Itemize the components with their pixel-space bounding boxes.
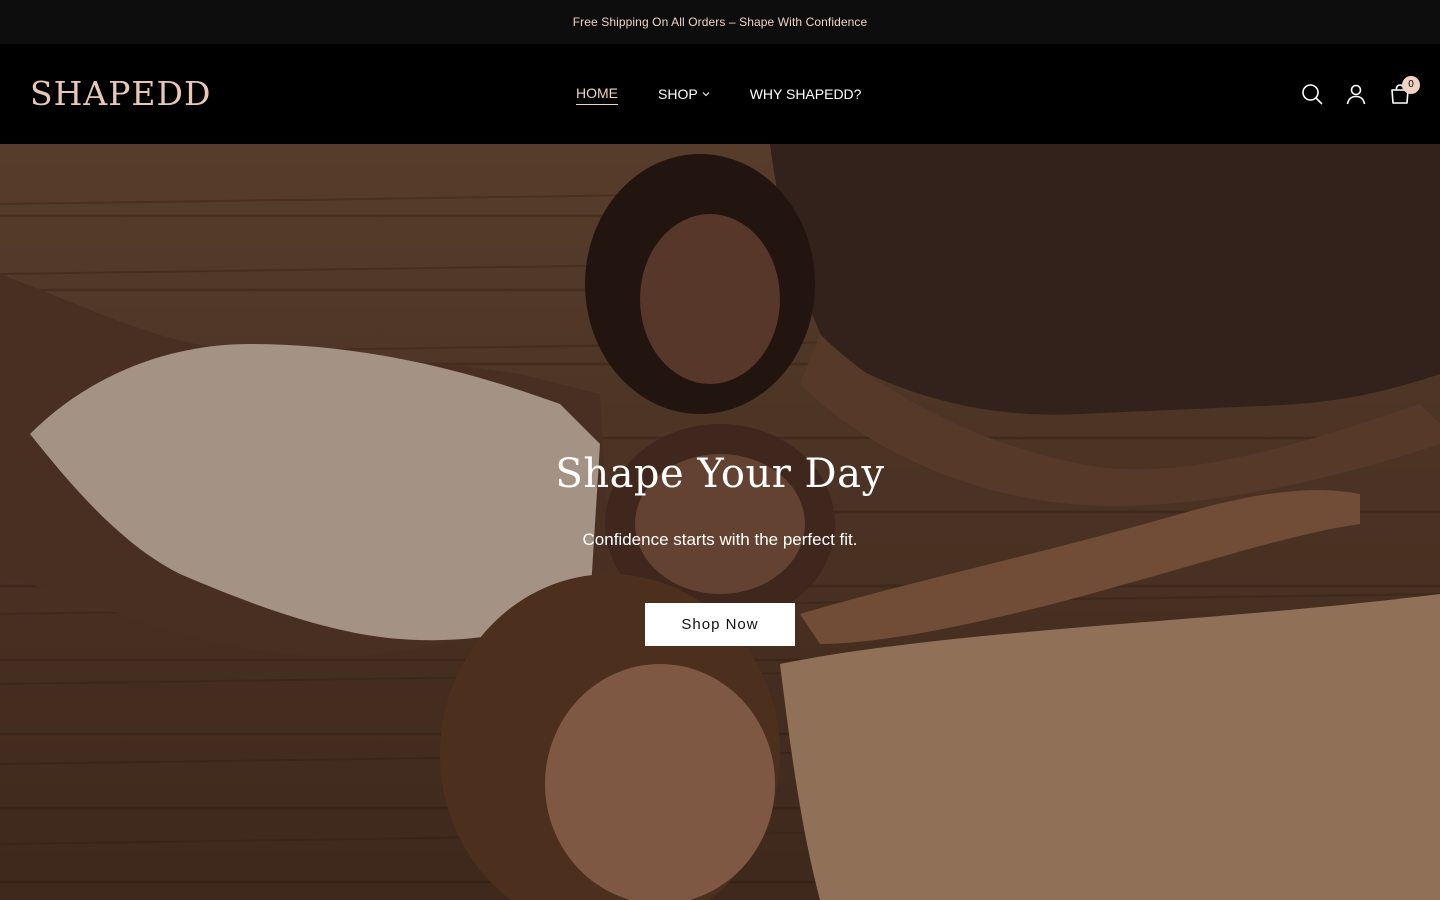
hero-subtitle: Confidence starts with the perfect fit. [582, 530, 858, 549]
announcement-text: Free Shipping On All Orders – Shape With… [572, 15, 868, 29]
cart-button[interactable]: 0 [1388, 76, 1420, 106]
hero-content: Shape Your Day Confidence starts with th… [0, 449, 1440, 646]
site-logo[interactable]: SHAPEDD [30, 74, 211, 114]
site-header: SHAPEDD HOME SHOP WHY SHAPEDD? [0, 44, 1440, 144]
nav-shop[interactable]: SHOP [658, 83, 710, 105]
nav-shop-label: SHOP [658, 86, 698, 102]
search-button[interactable] [1300, 82, 1324, 106]
account-icon [1346, 84, 1366, 105]
hero-title: Shape Your Day [555, 451, 885, 497]
account-button[interactable] [1344, 82, 1368, 106]
main-nav: HOME SHOP WHY SHAPEDD? [576, 83, 861, 105]
announcement-bar: Free Shipping On All Orders – Shape With… [0, 0, 1440, 44]
nav-why-shapedd[interactable]: WHY SHAPEDD? [750, 83, 862, 105]
shop-now-button[interactable]: Shop Now [645, 603, 795, 646]
nav-home[interactable]: HOME [576, 83, 618, 105]
chevron-down-icon [702, 92, 710, 97]
cart-count-badge: 0 [1402, 76, 1420, 94]
search-icon [1302, 84, 1323, 105]
hero-banner: Shape Your Day Confidence starts with th… [0, 144, 1440, 900]
